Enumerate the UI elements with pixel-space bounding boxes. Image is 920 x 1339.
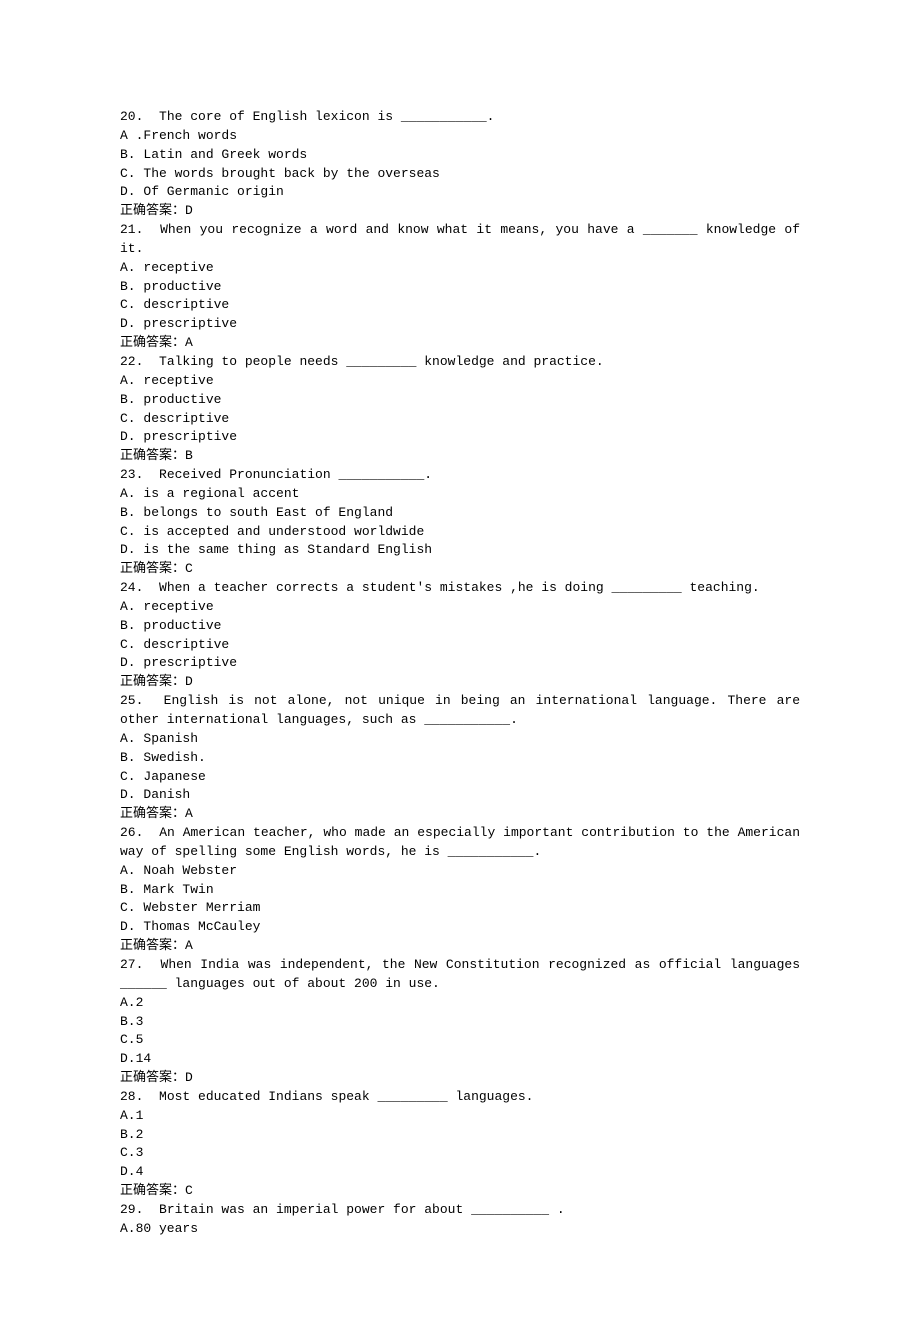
correct-answer: 正确答案：B <box>120 447 800 466</box>
answer-option: D. Danish <box>120 786 800 805</box>
answer-option: C. The words brought back by the oversea… <box>120 165 800 184</box>
answer-option: B. productive <box>120 617 800 636</box>
question-body: Received Pronunciation ___________. <box>159 467 432 482</box>
question-block: 20. The core of English lexicon is _____… <box>120 108 800 221</box>
question-body: English is not alone, not unique in bein… <box>120 693 808 727</box>
question-body: The core of English lexicon is _________… <box>159 109 494 124</box>
question-spacer <box>143 957 160 972</box>
question-body: Most educated Indians speak _________ la… <box>159 1089 533 1104</box>
correct-answer: 正确答案：D <box>120 1069 800 1088</box>
question-body: Britain was an imperial power for about … <box>159 1202 565 1217</box>
question-block: 25. English is not alone, not unique in … <box>120 692 800 824</box>
question-text: 23. Received Pronunciation ___________. <box>120 466 800 485</box>
answer-option: B. Mark Twin <box>120 881 800 900</box>
question-body: When you recognize a word and know what … <box>120 222 808 256</box>
answer-option: B. belongs to south East of England <box>120 504 800 523</box>
answer-option: D. prescriptive <box>120 315 800 334</box>
question-spacer <box>143 1202 159 1217</box>
answer-option: A. receptive <box>120 259 800 278</box>
question-text: 27. When India was independent, the New … <box>120 956 800 994</box>
answer-option: D. prescriptive <box>120 654 800 673</box>
answer-option: A. Spanish <box>120 730 800 749</box>
question-spacer <box>143 109 159 124</box>
question-spacer <box>143 1089 159 1104</box>
question-block: 24. When a teacher corrects a student's … <box>120 579 800 692</box>
correct-answer: 正确答案：A <box>120 805 800 824</box>
question-block: 27. When India was independent, the New … <box>120 956 800 1088</box>
question-number: 26. <box>120 825 143 840</box>
answer-option: B. Latin and Greek words <box>120 146 800 165</box>
answer-option: D. prescriptive <box>120 428 800 447</box>
question-text: 22. Talking to people needs _________ kn… <box>120 353 800 372</box>
answer-option: C. descriptive <box>120 296 800 315</box>
answer-option: B. productive <box>120 278 800 297</box>
question-text: 25. English is not alone, not unique in … <box>120 692 800 730</box>
answer-option: C. Japanese <box>120 768 800 787</box>
answer-option: A.80 years <box>120 1220 800 1239</box>
question-number: 28. <box>120 1089 143 1104</box>
question-number: 27. <box>120 957 143 972</box>
answer-option: C.3 <box>120 1144 800 1163</box>
question-number: 25. <box>120 693 143 708</box>
answer-option: C. descriptive <box>120 636 800 655</box>
question-spacer <box>143 825 159 840</box>
question-spacer <box>143 354 159 369</box>
question-spacer <box>143 467 159 482</box>
answer-option: C. descriptive <box>120 410 800 429</box>
document-page: 20. The core of English lexicon is _____… <box>0 0 920 1339</box>
question-text: 24. When a teacher corrects a student's … <box>120 579 800 598</box>
question-text: 28. Most educated Indians speak ________… <box>120 1088 800 1107</box>
question-block: 22. Talking to people needs _________ kn… <box>120 353 800 466</box>
answer-option: A. is a regional accent <box>120 485 800 504</box>
answer-option: C. is accepted and understood worldwide <box>120 523 800 542</box>
answer-option: B. Swedish. <box>120 749 800 768</box>
question-body: When India was independent, the New Cons… <box>120 957 808 991</box>
answer-option: A.1 <box>120 1107 800 1126</box>
question-body: When a teacher corrects a student's mist… <box>159 580 760 595</box>
question-number: 20. <box>120 109 143 124</box>
correct-answer: 正确答案：A <box>120 937 800 956</box>
question-text: 20. The core of English lexicon is _____… <box>120 108 800 127</box>
correct-answer: 正确答案：C <box>120 1182 800 1201</box>
correct-answer: 正确答案：D <box>120 202 800 221</box>
answer-option: B. productive <box>120 391 800 410</box>
correct-answer: 正确答案：A <box>120 334 800 353</box>
answer-option: A .French words <box>120 127 800 146</box>
answer-option: C.5 <box>120 1031 800 1050</box>
question-text: 29. Britain was an imperial power for ab… <box>120 1201 800 1220</box>
answer-option: D.4 <box>120 1163 800 1182</box>
correct-answer: 正确答案：C <box>120 560 800 579</box>
answer-option: D. Thomas McCauley <box>120 918 800 937</box>
answer-option: A. Noah Webster <box>120 862 800 881</box>
question-spacer <box>143 222 160 237</box>
question-number: 29. <box>120 1202 143 1217</box>
answer-option: A. receptive <box>120 372 800 391</box>
answer-option: D. Of Germanic origin <box>120 183 800 202</box>
question-number: 23. <box>120 467 143 482</box>
question-spacer <box>143 693 163 708</box>
question-block: 23. Received Pronunciation ___________.A… <box>120 466 800 579</box>
question-text: 26. An American teacher, who made an esp… <box>120 824 800 862</box>
answer-option: D. is the same thing as Standard English <box>120 541 800 560</box>
answer-option: B.2 <box>120 1126 800 1145</box>
question-number: 21. <box>120 222 143 237</box>
answer-option: A. receptive <box>120 598 800 617</box>
answer-option: B.3 <box>120 1013 800 1032</box>
answer-option: A.2 <box>120 994 800 1013</box>
answer-option: D.14 <box>120 1050 800 1069</box>
answer-option: C. Webster Merriam <box>120 899 800 918</box>
question-body: An American teacher, who made an especia… <box>120 825 808 859</box>
questions-list: 20. The core of English lexicon is _____… <box>120 108 800 1239</box>
question-spacer <box>143 580 159 595</box>
question-body: Talking to people needs _________ knowle… <box>159 354 604 369</box>
question-block: 21. When you recognize a word and know w… <box>120 221 800 353</box>
correct-answer: 正确答案：D <box>120 673 800 692</box>
question-block: 29. Britain was an imperial power for ab… <box>120 1201 800 1239</box>
question-number: 22. <box>120 354 143 369</box>
question-number: 24. <box>120 580 143 595</box>
question-text: 21. When you recognize a word and know w… <box>120 221 800 259</box>
question-block: 28. Most educated Indians speak ________… <box>120 1088 800 1201</box>
question-block: 26. An American teacher, who made an esp… <box>120 824 800 956</box>
